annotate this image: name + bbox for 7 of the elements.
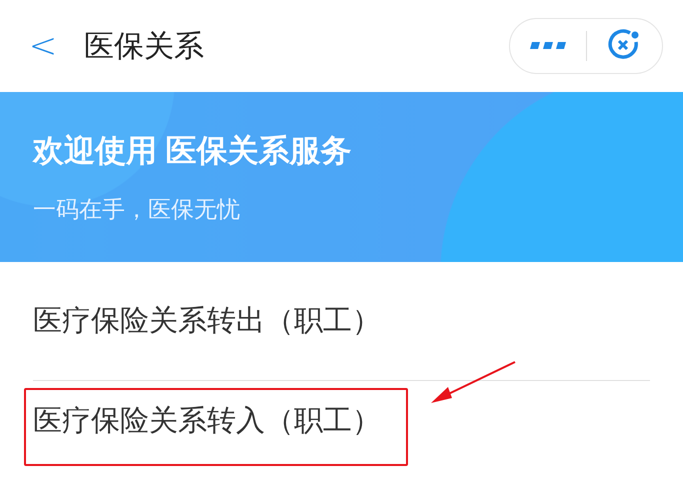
banner-title: 欢迎使用 医保关系服务 xyxy=(33,132,353,170)
more-icon xyxy=(530,42,566,50)
menu-item[interactable]: 医疗保险关系转入（职工） xyxy=(33,401,381,441)
page-title: 医保关系 xyxy=(84,28,205,64)
back-button[interactable]: < xyxy=(28,26,58,66)
banner-subtitle: 一码在手，医保无忧 xyxy=(33,195,241,224)
menu-item[interactable]: 医疗保险关系转出（职工） xyxy=(33,301,381,341)
